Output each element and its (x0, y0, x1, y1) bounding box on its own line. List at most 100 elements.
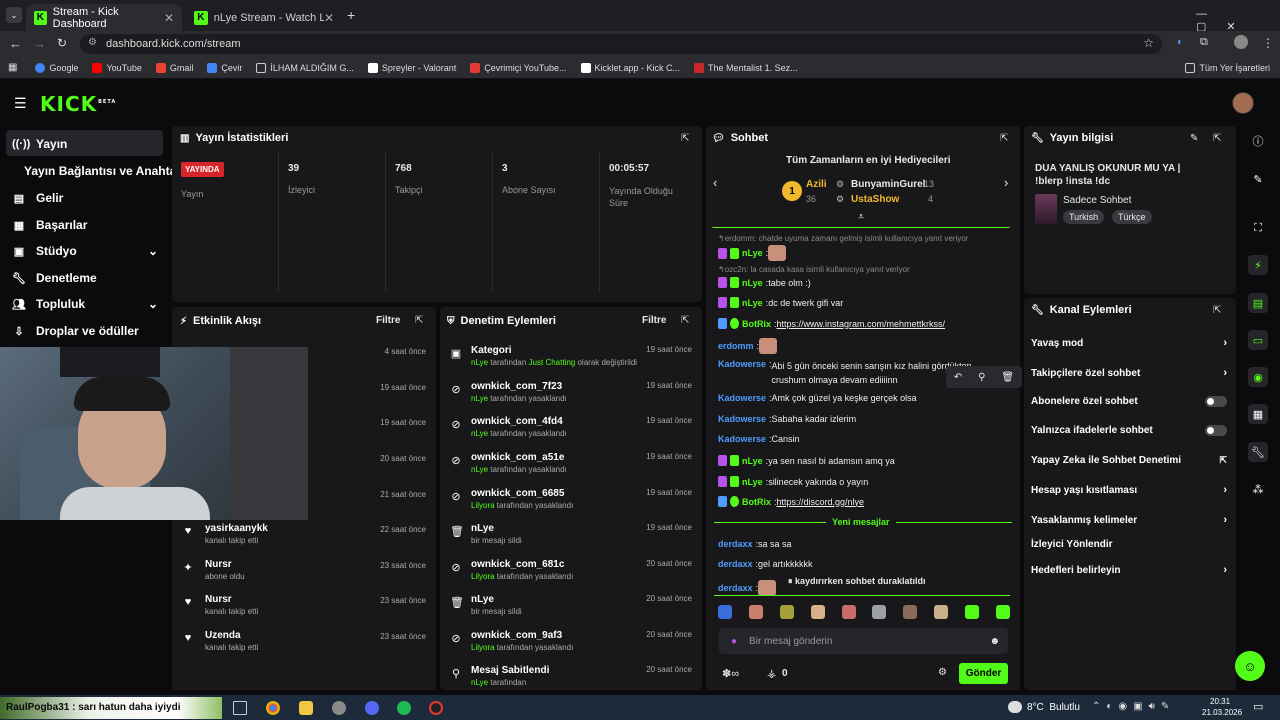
emote-icon[interactable] (965, 605, 979, 619)
category-name[interactable]: Just Chatting (529, 358, 576, 367)
bookmark-gmail[interactable]: Gmail (155, 62, 193, 73)
chat-username[interactable]: Kadowerse (718, 414, 766, 424)
chat-message[interactable]: derdaxx: gel artıkkkkkk (718, 559, 1008, 569)
extension-icon[interactable]: ◗ (1176, 36, 1183, 48)
delete-icon[interactable]: 🗑︎ (1001, 372, 1014, 383)
channel-action-item[interactable]: Hedefleri belirleyin › (1031, 564, 1227, 576)
chat-emote[interactable] (768, 245, 787, 261)
expand-icon[interactable]: ⇱ (681, 315, 689, 326)
emote-icon[interactable] (841, 605, 856, 619)
chat-username[interactable]: erdomm (718, 341, 754, 351)
sidebar-item-topluluk[interactable]: 👥︎ Topluluk ⌄ (12, 297, 158, 311)
clock-time[interactable]: 20:31 (1210, 697, 1230, 706)
fullscreen-icon[interactable]: ⛶ (1248, 218, 1268, 238)
menu-dots-icon[interactable]: ⋮ (1262, 36, 1274, 50)
expand-icon[interactable]: ⇱ (415, 315, 423, 326)
emoji-icon[interactable]: ☻ (989, 636, 1000, 647)
url-input[interactable]: ⚙ dashboard.kick.com/stream ☆ (80, 34, 1162, 54)
sidebar-item-gelir[interactable]: ▤ Gelir (12, 191, 64, 205)
chat-message[interactable]: nLye: ya sen nasıl bi adamsın amq ya (718, 455, 1008, 466)
moderation-item[interactable]: ⊘ ownkick_com_6685 Lilyora tarafından yasa… (448, 488, 696, 510)
chat-text[interactable]: https://www.instagram.com/mehmettkrkss/ (777, 319, 946, 329)
activity-item[interactable]: ♥ Uzenda kanalı takip etti 23 saat önce (182, 630, 432, 652)
activity-item[interactable]: ♥ yasirkaanykk kanalı takip etti 22 saat ön… (182, 523, 432, 545)
profile-icon[interactable] (1234, 35, 1248, 49)
chat-emote[interactable] (758, 580, 777, 596)
moderation-item[interactable]: ⚲ Mesaj Sabitlendi nLye tarafından 20 saat … (448, 665, 696, 687)
bookmark-star-icon[interactable]: ☆ (1143, 36, 1154, 50)
moderator-name[interactable]: Lilyora (471, 643, 495, 652)
chat-text[interactable]: https://discord.gg/nlye (777, 497, 865, 507)
sidebar-item-stream-key[interactable]: Yayın Bağlantısı ve Anahtarı (24, 164, 184, 178)
app-icon[interactable] (332, 701, 346, 715)
file-explorer-icon[interactable] (299, 701, 313, 715)
bookmark-valorant[interactable]: Spreyler - Valorant (367, 62, 456, 73)
document-icon[interactable]: ▤ (1248, 293, 1268, 313)
chat-username[interactable]: BotRix (742, 497, 771, 507)
lightning-icon[interactable]: ⚡︎ (1248, 255, 1268, 275)
chat-username[interactable]: Kadowerse (718, 393, 766, 403)
category-thumbnail[interactable] (1035, 194, 1057, 224)
gifters-prev-icon[interactable]: ‹ (713, 175, 717, 190)
tag-chip[interactable]: Türkçe (1112, 210, 1152, 224)
chat-paused-notice[interactable]: ⏸ kaydırırken sohbet duraklatıldı (784, 574, 930, 589)
bookmark-translate[interactable]: Çevir (207, 62, 242, 73)
channel-action-item[interactable]: Takipçilere özel sohbet › (1031, 367, 1227, 379)
close-icon[interactable]: ✕ (324, 11, 334, 25)
gift-icon[interactable]: ⚶ (767, 667, 776, 680)
sidebar-item-denetleme[interactable]: 🔧︎ Denetleme (12, 271, 97, 285)
chat-message[interactable]: nLye: (718, 245, 1008, 261)
expand-icon[interactable]: ⇱ (1000, 133, 1008, 144)
extensions-puzzle-icon[interactable]: ⧉ (1200, 36, 1208, 49)
chat-username[interactable]: Kadowerse (718, 434, 766, 444)
gifter-1-name[interactable]: Azili (806, 179, 827, 190)
chat-message[interactable]: nLye: tabe olm :) (718, 277, 1008, 288)
edit-pencil-icon[interactable]: ✎ (1190, 133, 1198, 144)
chat-icon[interactable]: ▭ (1248, 330, 1268, 350)
channel-points-icon[interactable]: ✽∞ (722, 667, 739, 680)
tab-stream-dashboard[interactable]: K Stream - Kick Dashboard ✕ (26, 4, 182, 31)
moderation-item[interactable]: ▣ Kategori nLye tarafından Just Chatting o… (448, 345, 696, 367)
wrench-icon[interactable]: 🔧︎ (1248, 442, 1268, 462)
kick-logo[interactable]: KICKBETA (40, 92, 116, 116)
help-chat-icon[interactable]: ☺ (1235, 651, 1265, 681)
emote-icon[interactable] (995, 605, 1010, 619)
expand-icon[interactable]: ⇱ (1213, 305, 1221, 316)
tag-chip[interactable]: Turkish (1063, 210, 1105, 224)
moderation-item[interactable]: ⊘ ownkick_com_9af3 Lilyora tarafından yasa… (448, 630, 696, 652)
chat-username[interactable]: Kadowerse (718, 359, 766, 369)
layout-icon[interactable]: ▦ (1248, 404, 1268, 424)
expand-icon[interactable]: ⇱ (1213, 133, 1221, 144)
apps-grid-icon[interactable]: ▦ (8, 62, 17, 73)
chat-message[interactable]: Kadowerse: Sabaha kadar izlerim (718, 414, 1008, 424)
chat-message[interactable]: derdaxx: sa sa sa (718, 539, 1008, 549)
hamburger-menu-icon[interactable]: ☰ (14, 95, 27, 112)
toggle-switch[interactable] (1205, 396, 1227, 407)
category-name[interactable]: Sadece Sohbet (1063, 195, 1131, 206)
channel-action-item[interactable]: Yapay Zeka ile Sohbet Denetimi ⇱ (1031, 455, 1227, 466)
notifications-icon[interactable]: ▭ (1253, 700, 1263, 713)
bookmark-mentalist[interactable]: The Mentalist 1. Sez... (694, 62, 798, 73)
chat-emote[interactable] (759, 338, 778, 354)
moderation-item[interactable]: ⊘ ownkick_com_681c Lilyora tarafından yasa… (448, 559, 696, 581)
new-tab-icon[interactable]: + (347, 7, 355, 23)
collapse-icon[interactable]: ⩡ (858, 211, 864, 224)
bookmark-google[interactable]: Google (35, 62, 78, 73)
chat-reply-context[interactable]: ↰ ozc2n: la casada kasa isimli kullanıcı… (718, 265, 1008, 274)
close-icon[interactable]: ✕ (164, 11, 174, 25)
emote-icon[interactable] (810, 605, 825, 619)
bookmark-youtube[interactable]: YouTube (92, 62, 142, 73)
chat-message[interactable]: BotRix: https://www.instagram.com/mehmet… (718, 318, 1008, 329)
tab-search-icon[interactable]: ⌄ (6, 7, 22, 23)
moderation-item[interactable]: 🗑︎ nLye bir mesajı sildi 19 saat önce (448, 523, 696, 545)
moderation-item[interactable]: ⊘ ownkick_com_7f23 nLye tarafından yasakla… (448, 381, 696, 403)
chat-input[interactable]: ● Bir mesaj gönderin ☻ (719, 628, 1008, 654)
all-bookmarks[interactable]: Tüm Yer İşaretleri (1185, 62, 1270, 73)
chat-username[interactable]: BotRix (742, 319, 771, 329)
chat-username[interactable]: nLye (742, 298, 763, 308)
moderator-name[interactable]: Lilyora (471, 572, 495, 581)
channel-action-item[interactable]: Yasaklanmış kelimeler › (1031, 514, 1227, 526)
emote-icon[interactable] (748, 605, 763, 619)
gifters-next-icon[interactable]: › (1004, 175, 1008, 190)
emote-icon[interactable] (872, 605, 887, 619)
